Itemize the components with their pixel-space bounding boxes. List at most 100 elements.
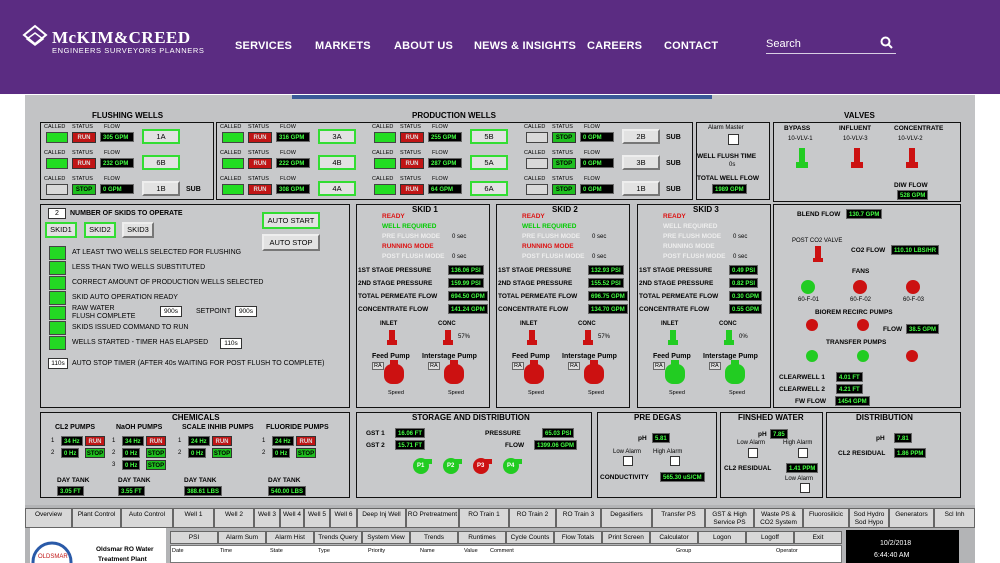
fluoride-pump-state-0[interactable]: RUN	[296, 436, 316, 446]
skid3-interstage-pump-icon[interactable]	[723, 360, 747, 388]
prod-well-2-1-called-led[interactable]	[526, 158, 548, 169]
prod-well-1-0-button[interactable]: 5B	[470, 129, 508, 144]
scale-inhib-pump-state-1[interactable]: STOP	[212, 448, 232, 458]
num-skids-input[interactable]: 2	[48, 208, 66, 219]
tab-5[interactable]: Well 3	[254, 508, 280, 528]
search-input[interactable]	[766, 35, 871, 53]
pre-degas-high-alarm-checkbox[interactable]	[670, 456, 680, 466]
tab-17[interactable]: Waste PS & CO2 System	[754, 508, 803, 528]
tab-7[interactable]: Well 5	[304, 508, 330, 528]
prod-well-0-0-called-led[interactable]	[222, 132, 244, 143]
finished-low-alarm-checkbox[interactable]	[748, 448, 758, 458]
skid3-button[interactable]: SKID3	[122, 222, 154, 238]
transfer-pump-icon-3[interactable]	[905, 349, 919, 363]
skid2-feed-pump-icon[interactable]	[522, 360, 546, 388]
finished-low-alarm2-checkbox[interactable]	[800, 483, 810, 493]
tab-10[interactable]: RO Pretreatment	[406, 508, 459, 528]
tab-19[interactable]: Sod Hydro Sod Hypo	[849, 508, 889, 528]
naoh-pump-state-2[interactable]: STOP	[146, 460, 166, 470]
skid3-inlet-valve-icon[interactable]	[667, 329, 679, 347]
logo-icon[interactable]	[22, 24, 48, 50]
nav-services[interactable]: SERVICES	[235, 40, 292, 52]
skid2-conc-valve-icon[interactable]	[582, 329, 594, 347]
fluoride-pump-state-1[interactable]: STOP	[296, 448, 316, 458]
tab-16[interactable]: GST & High Service PS	[705, 508, 754, 528]
prod-well-1-2-button[interactable]: 6A	[470, 181, 508, 196]
subtab-1[interactable]: Alarm Sum	[218, 531, 266, 544]
prod-well-0-2-called-led[interactable]	[222, 184, 244, 195]
subtab-12[interactable]: Logoff	[746, 531, 794, 544]
flush-well-1-called-led[interactable]	[46, 132, 68, 143]
cl2-pump-state-0[interactable]: RUN	[85, 436, 105, 446]
skid2-button[interactable]: SKID2	[84, 222, 116, 238]
skid1-button[interactable]: SKID1	[45, 222, 77, 238]
valve-icon-0[interactable]	[794, 146, 810, 172]
valve-icon-2[interactable]	[904, 146, 920, 172]
subtab-5[interactable]: Trends	[410, 531, 458, 544]
prod-well-2-2-button[interactable]: 1B	[622, 181, 660, 196]
prod-well-1-0-called-led[interactable]	[374, 132, 396, 143]
subtab-3[interactable]: Trends Query	[314, 531, 362, 544]
tab-2[interactable]: Auto Control	[121, 508, 173, 528]
tab-12[interactable]: RO Train 2	[509, 508, 556, 528]
subtab-4[interactable]: System View	[362, 531, 410, 544]
prod-well-0-2-button[interactable]: 4A	[318, 181, 356, 196]
flush-well-2-called-led[interactable]	[46, 158, 68, 169]
nav-careers[interactable]: CAREERS	[587, 40, 642, 52]
subtab-7[interactable]: Cycle Counts	[506, 531, 554, 544]
co2-valve-icon[interactable]	[812, 244, 824, 264]
subtab-8[interactable]: Flow Totals	[554, 531, 602, 544]
skid1-interstage-pump-icon[interactable]	[442, 360, 466, 388]
subtab-2[interactable]: Alarm Hist	[266, 531, 314, 544]
biorem-pump-icon-1[interactable]	[805, 318, 819, 332]
biorem-pump-icon-2[interactable]	[856, 318, 870, 332]
skid1-conc-valve-icon[interactable]	[442, 329, 454, 347]
subtab-13[interactable]: Exit	[794, 531, 842, 544]
tab-6[interactable]: Well 4	[280, 508, 304, 528]
nav-about-us[interactable]: ABOUT US	[394, 40, 453, 52]
cl2-pump-state-1[interactable]: STOP	[85, 448, 105, 458]
flush-well-3-called-led[interactable]	[46, 184, 68, 195]
tab-8[interactable]: Well 6	[330, 508, 357, 528]
skid3-conc-valve-icon[interactable]	[723, 329, 735, 347]
prod-well-2-0-button[interactable]: 2B	[622, 129, 660, 144]
scale-inhib-pump-state-0[interactable]: RUN	[212, 436, 232, 446]
prod-well-1-2-called-led[interactable]	[374, 184, 396, 195]
prod-well-0-1-button[interactable]: 4B	[318, 155, 356, 170]
subtab-0[interactable]: PSI	[170, 531, 218, 544]
tab-1[interactable]: Plant Control	[72, 508, 121, 528]
flush-well-3-button[interactable]: 1B	[142, 181, 180, 196]
prod-well-0-0-button[interactable]: 3A	[318, 129, 356, 144]
search-icon[interactable]	[880, 36, 893, 49]
flush-well-1-button[interactable]: 1A	[142, 129, 180, 144]
setpoint-value[interactable]: 900s	[235, 306, 257, 317]
nav-news-insights[interactable]: NEWS & INSIGHTS	[474, 40, 576, 52]
tab-11[interactable]: RO Train 1	[459, 508, 509, 528]
transfer-pump-icon-1[interactable]	[805, 349, 819, 363]
fan-icon-2[interactable]	[852, 279, 868, 295]
nav-markets[interactable]: MARKETS	[315, 40, 371, 52]
tab-0[interactable]: Overview	[25, 508, 72, 528]
nav-contact[interactable]: CONTACT	[664, 40, 718, 52]
tab-15[interactable]: Transfer PS	[652, 508, 705, 528]
tab-4[interactable]: Well 2	[214, 508, 254, 528]
subtab-9[interactable]: Print Screen	[602, 531, 650, 544]
alarm-master-checkbox[interactable]	[728, 134, 739, 145]
prod-well-2-0-called-led[interactable]	[526, 132, 548, 143]
tab-20[interactable]: Generators	[889, 508, 934, 528]
tab-14[interactable]: Degasifiers	[601, 508, 652, 528]
auto-start-button[interactable]: AUTO START	[262, 212, 320, 229]
skid2-inlet-valve-icon[interactable]	[526, 329, 538, 347]
flush-well-2-button[interactable]: 6B	[142, 155, 180, 170]
skid1-inlet-valve-icon[interactable]	[386, 329, 398, 347]
tab-3[interactable]: Well 1	[173, 508, 214, 528]
auto-stop-button[interactable]: AUTO STOP	[262, 234, 320, 251]
fan-icon-3[interactable]	[905, 279, 921, 295]
skid3-feed-pump-icon[interactable]	[663, 360, 687, 388]
tab-9[interactable]: Deep Inj Well	[357, 508, 406, 528]
subtab-6[interactable]: Runtimes	[458, 531, 506, 544]
skid1-feed-pump-icon[interactable]	[382, 360, 406, 388]
fan-icon-1[interactable]	[800, 279, 816, 295]
subtab-11[interactable]: Logon	[698, 531, 746, 544]
prod-well-2-1-button[interactable]: 3B	[622, 155, 660, 170]
